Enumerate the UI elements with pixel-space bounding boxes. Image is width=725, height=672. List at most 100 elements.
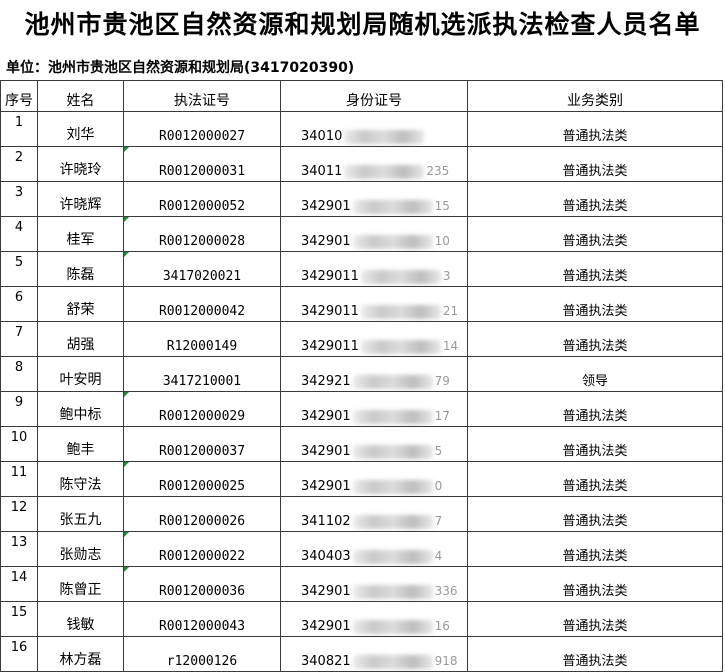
- row-seq-cell[interactable]: 16: [0, 636, 38, 672]
- row-name-cell[interactable]: 叶安明: [37, 356, 124, 392]
- row-name-cell[interactable]: 张五九: [37, 496, 124, 532]
- row-type-cell[interactable]: 普通执法类: [467, 426, 723, 462]
- row-id-cell[interactable]: 342901 10: [280, 216, 468, 252]
- redaction-blur: [352, 199, 433, 214]
- row-id-cell[interactable]: 342901 0: [280, 461, 468, 497]
- row-cert-cell[interactable]: R0012000022: [123, 531, 281, 567]
- row-name-cell[interactable]: 陈守法: [37, 461, 124, 497]
- row-id-cell[interactable]: 342901 15: [280, 181, 468, 217]
- cert-number: R0012000026: [158, 514, 246, 529]
- row-cert-cell[interactable]: R0012000052: [123, 181, 281, 217]
- cert-number: R0012000028: [158, 234, 246, 249]
- cert-number: R0012000042: [158, 304, 246, 319]
- row-id-cell[interactable]: 340403 4: [280, 531, 468, 567]
- row-type-cell[interactable]: 普通执法类: [467, 531, 723, 567]
- row-seq-cell[interactable]: 7: [0, 321, 38, 357]
- header-seq: 序号: [0, 80, 38, 112]
- row-id-cell[interactable]: 3429011 21: [280, 286, 468, 322]
- row-seq-cell[interactable]: 5: [0, 251, 38, 287]
- row-seq-cell[interactable]: 2: [0, 146, 38, 182]
- row-seq-cell[interactable]: 13: [0, 531, 38, 567]
- row-id-cell[interactable]: 3429011 3: [280, 251, 468, 287]
- row-name-cell[interactable]: 鲍丰: [37, 426, 124, 462]
- row-id-cell[interactable]: 34010: [280, 111, 468, 147]
- row-type-cell[interactable]: 领导: [467, 356, 723, 392]
- row-seq-cell[interactable]: 1: [0, 111, 38, 147]
- row-name-cell[interactable]: 陈曾正: [37, 566, 124, 602]
- row-seq-cell[interactable]: 12: [0, 496, 38, 532]
- row-type-cell[interactable]: 普通执法类: [467, 601, 723, 637]
- id-number-tail: 918: [434, 654, 458, 668]
- id-number-tail: 0: [434, 479, 443, 493]
- row-type-cell[interactable]: 普通执法类: [467, 566, 723, 602]
- id-number-tail: 16: [434, 619, 450, 633]
- row-seq-cell[interactable]: 4: [0, 216, 38, 252]
- row-seq-cell[interactable]: 11: [0, 461, 38, 497]
- row-type-cell[interactable]: 普通执法类: [467, 111, 723, 147]
- row-type-cell[interactable]: 普通执法类: [467, 146, 723, 182]
- row-name-cell[interactable]: 刘华: [37, 111, 124, 147]
- row-seq-cell[interactable]: 3: [0, 181, 38, 217]
- row-type-cell[interactable]: 普通执法类: [467, 286, 723, 322]
- redaction-blur: [352, 584, 433, 599]
- row-id-cell[interactable]: 342901 5: [280, 426, 468, 462]
- row-name-cell[interactable]: 钱敏: [37, 601, 124, 637]
- row-type-cell[interactable]: 普通执法类: [467, 496, 723, 532]
- row-id-cell[interactable]: 340821 918: [280, 636, 468, 672]
- row-cert-cell[interactable]: R0012000027: [123, 111, 281, 147]
- row-cert-cell[interactable]: R0012000037: [123, 426, 281, 462]
- row-name-cell[interactable]: 鲍中标: [37, 391, 124, 427]
- row-type-cell[interactable]: 普通执法类: [467, 321, 723, 357]
- row-name-cell[interactable]: 许晓辉: [37, 181, 124, 217]
- id-number-visible: 342901: [301, 479, 351, 494]
- row-cert-cell[interactable]: R0012000028: [123, 216, 281, 252]
- row-cert-cell[interactable]: R0012000025: [123, 461, 281, 497]
- row-cert-cell[interactable]: R0012000026: [123, 496, 281, 532]
- row-type-cell[interactable]: 普通执法类: [467, 216, 723, 252]
- row-name-cell[interactable]: 陈磊: [37, 251, 124, 287]
- row-type-cell[interactable]: 普通执法类: [467, 181, 723, 217]
- row-cert-cell[interactable]: 3417210001: [123, 356, 281, 392]
- row-seq-cell[interactable]: 10: [0, 426, 38, 462]
- cert-number: r12000126: [166, 654, 238, 669]
- row-seq-cell[interactable]: 15: [0, 601, 38, 637]
- row-id-cell[interactable]: 341102 7: [280, 496, 468, 532]
- unit-line: 单位：池州市贵池区自然资源和规划局(3417020390): [6, 60, 355, 76]
- row-name-cell[interactable]: 张勋志: [37, 531, 124, 567]
- table-body: 1 刘华 R0012000027 34010 普通执法类 2 许晓玲 R0012000031 3…: [0, 111, 723, 672]
- row-name-cell[interactable]: 林方磊: [37, 636, 124, 672]
- cert-number: R0012000036: [158, 584, 246, 599]
- row-seq-cell[interactable]: 14: [0, 566, 38, 602]
- row-name-cell[interactable]: 桂军: [37, 216, 124, 252]
- row-name-cell[interactable]: 胡强: [37, 321, 124, 357]
- row-cert-cell[interactable]: r12000126: [123, 636, 281, 672]
- row-cert-cell[interactable]: R0012000042: [123, 286, 281, 322]
- row-seq-cell[interactable]: 8: [0, 356, 38, 392]
- row-type-cell[interactable]: 普通执法类: [467, 636, 723, 672]
- row-cert-cell[interactable]: R0012000043: [123, 601, 281, 637]
- id-number-tail: 235: [426, 164, 450, 178]
- cert-number: R0012000027: [158, 129, 246, 144]
- row-cert-cell[interactable]: R0012000036: [123, 566, 281, 602]
- row-id-cell[interactable]: 34011 235: [280, 146, 468, 182]
- row-cert-cell[interactable]: R0012000029: [123, 391, 281, 427]
- cert-number: R0012000031: [158, 164, 246, 179]
- redaction-blur: [360, 339, 441, 354]
- row-name-cell[interactable]: 舒荣: [37, 286, 124, 322]
- row-id-cell[interactable]: 342901 16: [280, 601, 468, 637]
- row-id-cell[interactable]: 342901 17: [280, 391, 468, 427]
- row-type-cell[interactable]: 普通执法类: [467, 391, 723, 427]
- row-id-cell[interactable]: 342901 336: [280, 566, 468, 602]
- row-cert-cell[interactable]: R12000149: [123, 321, 281, 357]
- row-seq-cell[interactable]: 6: [0, 286, 38, 322]
- row-id-cell[interactable]: 342921 79: [280, 356, 468, 392]
- row-cert-cell[interactable]: R0012000031: [123, 146, 281, 182]
- row-name-cell[interactable]: 许晓玲: [37, 146, 124, 182]
- row-type-cell[interactable]: 普通执法类: [467, 251, 723, 287]
- row-type-cell[interactable]: 普通执法类: [467, 461, 723, 497]
- id-number-visible: 342921: [301, 374, 351, 389]
- row-id-cell[interactable]: 3429011 14: [280, 321, 468, 357]
- row-cert-cell[interactable]: 3417020021: [123, 251, 281, 287]
- id-number-visible: 3429011: [301, 304, 359, 319]
- row-seq-cell[interactable]: 9: [0, 391, 38, 427]
